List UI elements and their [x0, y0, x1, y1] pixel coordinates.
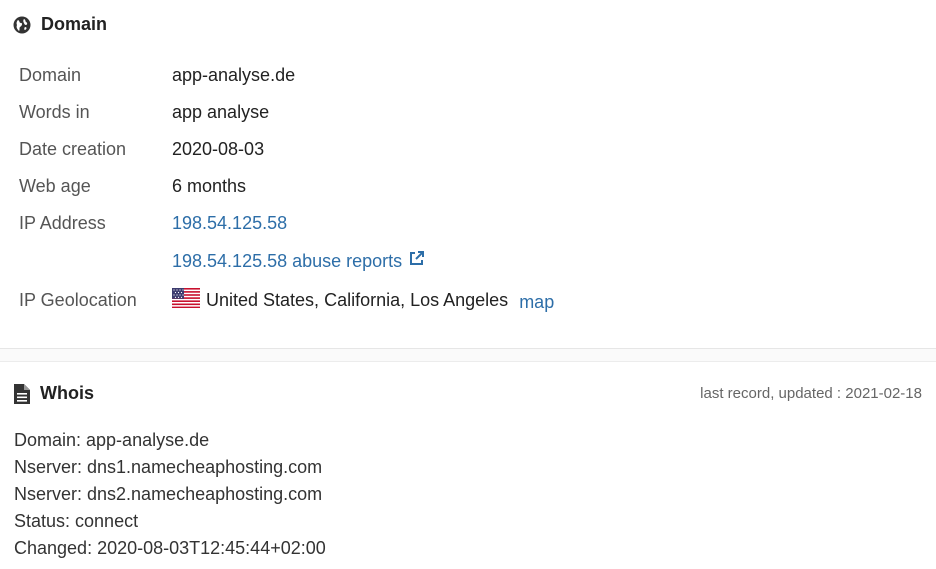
document-icon	[14, 383, 30, 404]
web-age-value: 6 months	[172, 176, 247, 196]
words-in-value: app analyse	[172, 102, 270, 122]
ip-address-value-wrap: 198.54.125.58	[172, 213, 287, 234]
domain-section-title: Domain	[13, 14, 107, 35]
date-creation-value: 2020-08-03	[172, 139, 265, 159]
whois-line: Changed: 2020-08-03T12:45:44+02:00	[14, 538, 326, 558]
domain-label: Domain	[19, 65, 82, 85]
last-record-updated: last record, updated : 2021-02-18	[700, 385, 922, 402]
domain-value: app-analyse.de	[172, 65, 296, 85]
ip-geolocation-label: IP Geolocation	[19, 290, 137, 310]
ip-address-label: IP Address	[19, 213, 106, 233]
whois-section-title: Whois	[14, 383, 94, 404]
domain-section-heading: Domain	[41, 14, 108, 34]
map-link[interactable]: map	[519, 292, 554, 313]
whois-line: Domain: app-analyse.de	[14, 430, 210, 450]
ip-geolocation-wrap: United States, California, Los Angeles m…	[172, 288, 554, 313]
globe-icon	[13, 16, 31, 34]
abuse-reports-link[interactable]: 198.54.125.58 abuse reports	[172, 251, 402, 272]
whois-line: Status: connect	[14, 511, 139, 531]
words-in-label: Words in	[19, 102, 90, 122]
ip-geolocation-value: United States, California, Los Angeles	[206, 290, 509, 310]
whois-line: Nserver: dns2.namecheaphosting.com	[14, 484, 323, 504]
whois-line: Nserver: dns1.namecheaphosting.com	[14, 457, 323, 477]
date-creation-label: Date creation	[19, 139, 127, 159]
web-age-label: Web age	[19, 176, 91, 196]
external-link-icon[interactable]	[408, 250, 425, 272]
abuse-reports-wrap: 198.54.125.58 abuse reports	[172, 250, 425, 272]
whois-section-heading: Whois	[40, 383, 94, 403]
ip-address-link[interactable]: 198.54.125.58	[172, 213, 287, 233]
us-flag-icon	[172, 288, 200, 313]
section-divider	[0, 348, 936, 362]
